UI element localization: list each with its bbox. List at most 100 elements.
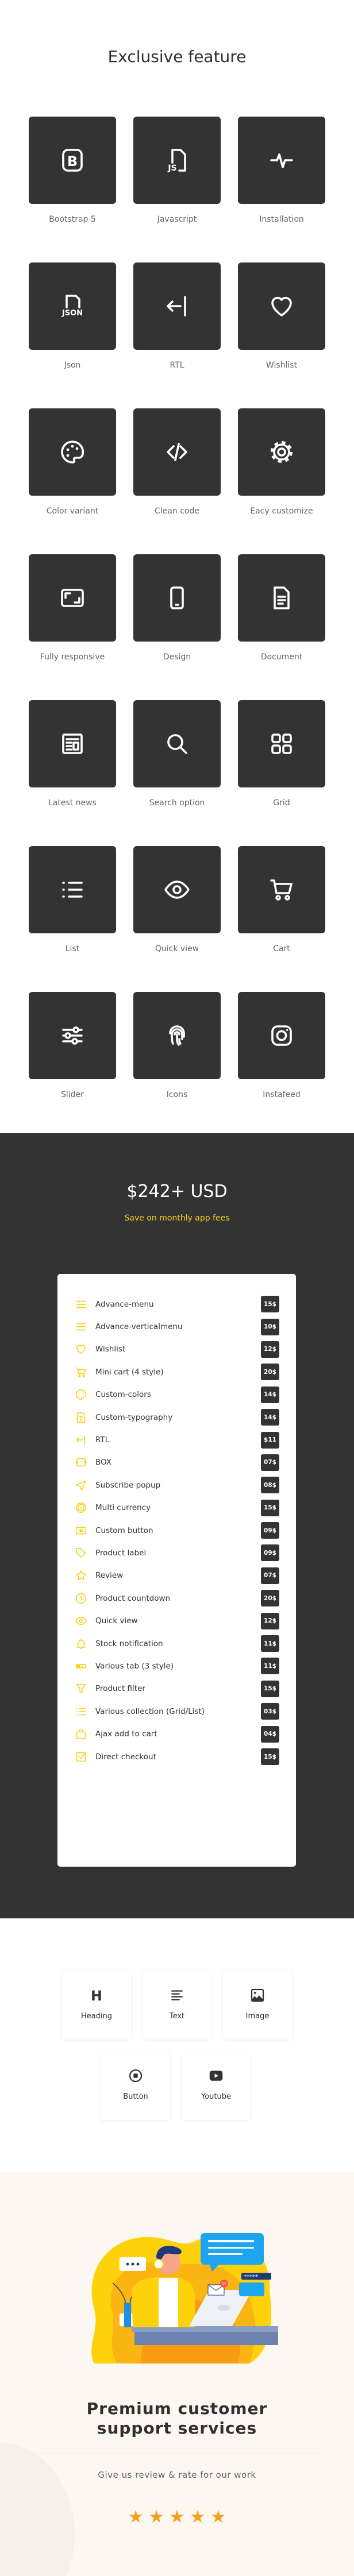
- heading-icon: H: [91, 1988, 102, 2004]
- review-prompt: Give us review & rate for our work: [98, 2470, 256, 2480]
- list-icon: [76, 1708, 86, 1716]
- cart-icon: [75, 1367, 86, 1377]
- item-name: Product countdown: [95, 1593, 171, 1603]
- item-icon: [75, 1637, 87, 1650]
- pricing-list-item: Review 07$: [57, 1565, 296, 1587]
- price-badge: 14$: [261, 1409, 279, 1426]
- item-name: Ajax add to cart: [95, 1729, 157, 1739]
- feature-tile: Instafeed: [238, 992, 325, 1102]
- star-icon[interactable]: ★: [190, 2509, 205, 2526]
- pricing-list-item: Various collection (Grid/List) 03$: [57, 1700, 296, 1723]
- feature-label: RTL: [170, 361, 184, 370]
- checkbox-icon: [76, 1752, 86, 1762]
- tabs-icon: [75, 1664, 87, 1669]
- list-icon: [62, 882, 83, 898]
- instagram-icon: [271, 1025, 292, 1046]
- element-label: Heading: [80, 2012, 113, 2021]
- feature-tile: JS Javascript: [133, 117, 221, 226]
- price-badge: 04$: [261, 1725, 279, 1743]
- star-icon[interactable]: ★: [149, 2509, 164, 2526]
- filter-icon: [76, 1684, 86, 1694]
- element-card-heading[interactable]: H Heading: [62, 1971, 131, 2040]
- pricing-card: Advance-menu 15$ Advance-verticalmenu 10$ Wi…: [57, 1274, 296, 1867]
- price-badge: 15$: [261, 1499, 279, 1516]
- heart-icon: [271, 296, 292, 316]
- button-record-icon: [129, 2069, 143, 2083]
- price-badge: 15$: [261, 1296, 279, 1313]
- feature-label: Design: [163, 652, 191, 662]
- coin-icon: $: [75, 1503, 87, 1513]
- element-label: Image: [245, 2012, 270, 2021]
- item-icon: [75, 1434, 87, 1446]
- item-name: Various tab (3 style): [95, 1661, 174, 1671]
- feature-tile: Search option: [133, 700, 221, 810]
- pricing-list-item: Stock notification 11$: [57, 1632, 296, 1655]
- feature-label: Slider: [61, 1090, 84, 1099]
- item-icon: [75, 1524, 87, 1537]
- feature-icon-box: [29, 846, 116, 933]
- pricing-list-item: Custom button 09$: [57, 1519, 296, 1542]
- item-icon: [75, 1366, 87, 1378]
- feature-icon-box: JSON: [29, 262, 116, 350]
- element-label: Text: [169, 2012, 185, 2021]
- feature-label: Javascript: [157, 215, 197, 224]
- feature-icon-box: [133, 992, 221, 1079]
- rating-stars[interactable]: ★ ★ ★ ★ ★: [0, 2509, 354, 2526]
- feature-tile: Wishlist: [238, 262, 325, 372]
- pricing-list-item: Direct checkout 15$: [57, 1745, 296, 1768]
- palette-icon: [61, 441, 84, 464]
- feature-tile: Design: [133, 554, 221, 664]
- feature-icon-box: [29, 554, 116, 642]
- price-badge: 14$: [261, 1386, 279, 1403]
- support-title-line2: support services: [97, 2419, 257, 2438]
- feature-icon-box: [238, 408, 325, 496]
- heart-icon: [76, 1345, 86, 1354]
- menu-icon: [76, 1300, 86, 1308]
- pricing-list-item: Ajax add to cart 04$: [57, 1723, 296, 1745]
- element-card-button[interactable]: Button: [101, 2051, 170, 2120]
- price-badge: 15$: [261, 1748, 279, 1765]
- price-badge: 09$: [261, 1544, 279, 1562]
- price-badge: 08$: [261, 1477, 279, 1494]
- eye-icon: [164, 880, 190, 899]
- item-icon: [75, 1751, 87, 1763]
- element-card-text[interactable]: Text: [143, 1971, 211, 2040]
- pricing-list-item: Product countdown 20$: [57, 1587, 296, 1609]
- tag-icon: [75, 1547, 86, 1558]
- feature-tile: B Bootstrap 5: [29, 117, 116, 226]
- feature-label: Eacy customize: [250, 507, 313, 516]
- js-file-icon: JS: [167, 149, 186, 173]
- feature-icon-box: B: [29, 117, 116, 204]
- bag-icon: [76, 1729, 86, 1740]
- svg-text:*****: *****: [244, 2274, 258, 2280]
- feature-tile: RTL: [133, 262, 221, 372]
- pricing-list-item: RTL $11: [57, 1428, 296, 1451]
- element-card-image[interactable]: Image: [223, 1971, 292, 2040]
- svg-text:JS: JS: [167, 164, 176, 173]
- total-price: $242+ USD: [126, 1181, 228, 1202]
- price-badge: 20$: [261, 1590, 279, 1607]
- element-card-youtube[interactable]: Youtube: [182, 2051, 251, 2120]
- item-icon: [75, 1320, 87, 1333]
- price-badge: 12$: [261, 1612, 279, 1629]
- star-icon[interactable]: ★: [128, 2509, 144, 2526]
- item-name: Custom-typography: [95, 1412, 173, 1422]
- item-icon: [75, 1705, 87, 1718]
- star-icon[interactable]: ★: [170, 2509, 185, 2526]
- feature-icon-box: [133, 554, 221, 642]
- pricing-list-item: BOX 07$: [57, 1451, 296, 1474]
- feature-label: Color variant: [46, 507, 99, 516]
- feature-icon-box: [238, 117, 325, 204]
- send-icon: [75, 1480, 87, 1490]
- item-name: Direct checkout: [95, 1752, 156, 1762]
- feature-icon-box: [133, 846, 221, 933]
- price-badge: 11$: [261, 1658, 279, 1675]
- svg-text:H: H: [91, 1988, 102, 2004]
- support-title: Premium customer support services: [0, 2399, 354, 2438]
- item-icon: [75, 1569, 87, 1582]
- item-name: Advance-menu: [95, 1299, 154, 1309]
- price-badge: 07$: [261, 1454, 279, 1471]
- star-icon[interactable]: ★: [210, 2509, 226, 2526]
- menu-icon: [76, 1323, 86, 1331]
- price-badge: 20$: [261, 1364, 279, 1381]
